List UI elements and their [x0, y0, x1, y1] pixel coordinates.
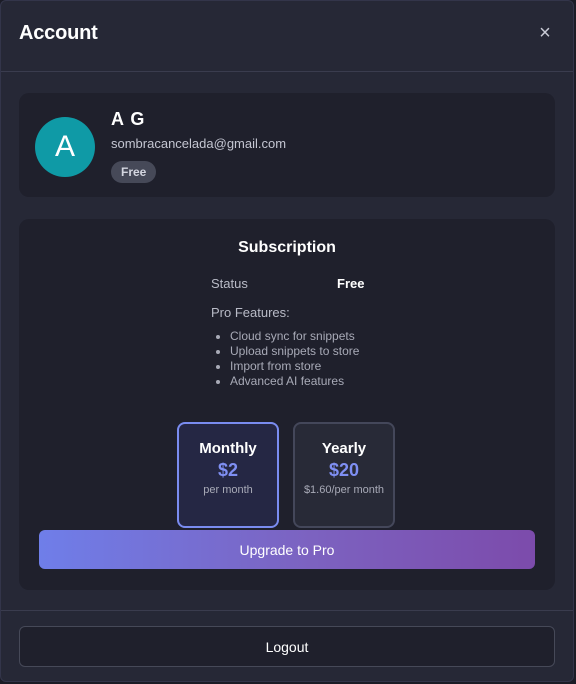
user-name: A G: [111, 109, 146, 129]
plan-detail: $1.60/per month: [303, 484, 385, 496]
plan-option-yearly[interactable]: Yearly $20 $1.60/per month: [293, 422, 395, 528]
account-modal: Account × A A G sombracancelada@gmail.co…: [0, 0, 574, 682]
status-label: Status: [211, 276, 248, 291]
pro-features-label: Pro Features:: [211, 305, 290, 320]
feature-item: Advanced AI features: [230, 374, 359, 389]
modal-header: Account ×: [1, 1, 573, 72]
avatar: A: [35, 117, 95, 177]
feature-item: Import from store: [230, 359, 359, 374]
plan-price: $2: [217, 460, 239, 480]
logout-button[interactable]: Logout: [19, 626, 555, 667]
modal-title: Account: [19, 21, 98, 44]
plan-badge: Free: [111, 161, 157, 183]
status-value: Free: [337, 276, 365, 291]
profile-card: A A G sombracancelada@gmail.com Free: [19, 93, 555, 197]
plan-name: Monthly: [199, 440, 257, 457]
plan-price: $20: [328, 460, 360, 480]
plan-option-monthly[interactable]: Monthly $2 per month: [177, 422, 279, 528]
upgrade-button[interactable]: Upgrade to Pro: [39, 530, 535, 569]
close-button[interactable]: ×: [535, 21, 555, 44]
close-icon: ×: [539, 21, 551, 44]
plan-name: Yearly: [321, 440, 367, 457]
plan-detail: per month: [203, 484, 253, 496]
subscription-card: Subscription Status Free Pro Features: C…: [19, 219, 555, 590]
subscription-title: Subscription: [238, 239, 336, 256]
pro-features-list: Cloud sync for snippets Upload snippets …: [211, 329, 359, 389]
user-email: sombracancelada@gmail.com: [111, 136, 287, 151]
feature-item: Cloud sync for snippets: [230, 329, 359, 344]
feature-item: Upload snippets to store: [230, 344, 359, 359]
footer-divider: [1, 610, 573, 611]
